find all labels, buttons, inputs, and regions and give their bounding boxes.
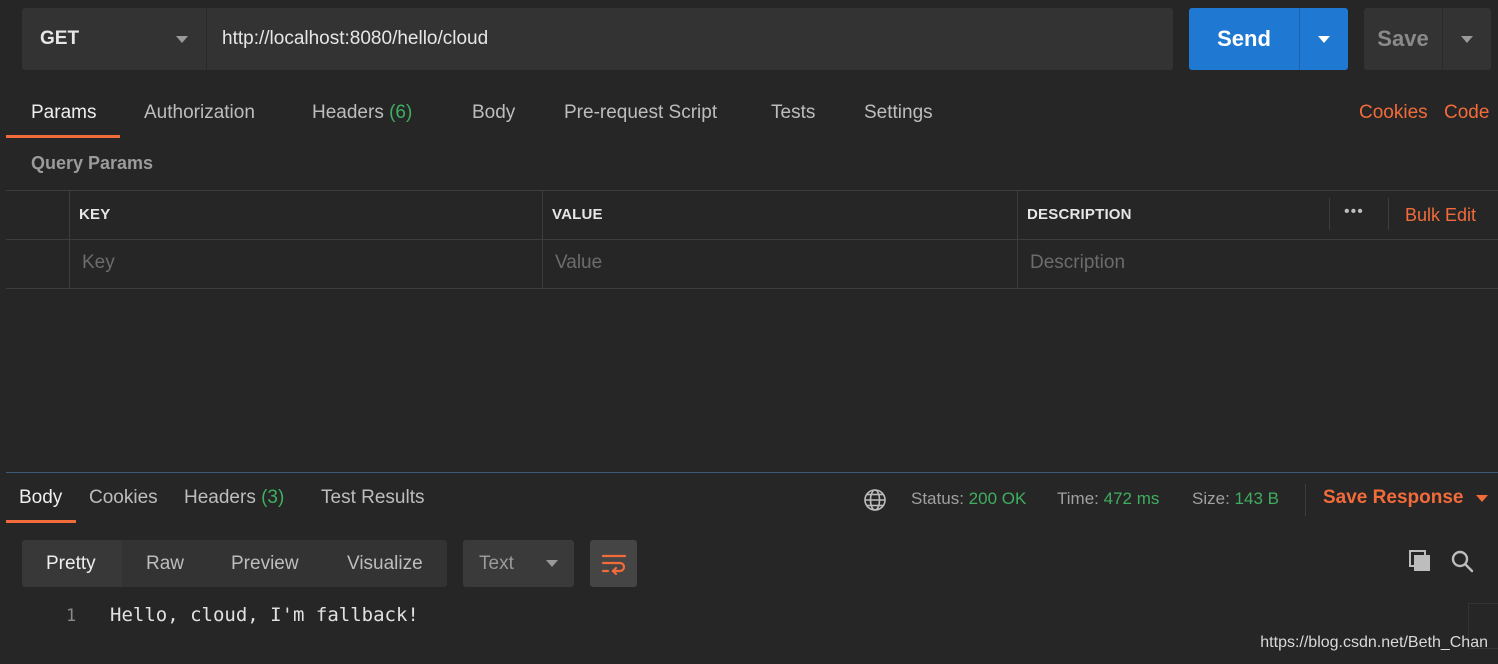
chevron-down-icon <box>546 560 558 567</box>
tab-label: Pre-request Script <box>564 102 718 123</box>
time-value: 472 ms <box>1103 489 1160 508</box>
status-readout: Status: 200 OK <box>911 489 1026 509</box>
column-header-key: KEY <box>79 206 111 223</box>
tab-settings[interactable]: Settings <box>864 100 933 126</box>
column-divider <box>1017 190 1018 289</box>
size-label: Size: <box>1192 489 1230 508</box>
tab-label: Authorization <box>144 102 255 123</box>
query-params-title: Query Params <box>31 153 154 173</box>
save-button[interactable]: Save <box>1364 8 1442 70</box>
key-input[interactable]: Key <box>82 252 115 274</box>
format-raw[interactable]: Raw <box>146 553 184 575</box>
column-header-value: VALUE <box>552 206 603 223</box>
response-tab-body[interactable]: Body <box>19 487 62 509</box>
tab-label: Headers <box>184 487 256 508</box>
save-response-button[interactable]: Save Response <box>1323 487 1489 509</box>
more-options-icon[interactable]: ••• <box>1344 203 1364 221</box>
column-divider <box>69 190 70 289</box>
tab-label: Tests <box>771 102 816 123</box>
send-button[interactable]: Send <box>1189 8 1299 70</box>
time-label: Time: <box>1057 489 1099 508</box>
column-header-description: DESCRIPTION <box>1027 206 1132 223</box>
time-readout: Time: 472 ms <box>1057 489 1159 509</box>
format-visualize[interactable]: Visualize <box>347 553 423 575</box>
response-body-line: Hello, cloud, I'm fallback! <box>110 604 419 626</box>
size-value: 143 B <box>1234 489 1279 508</box>
table-border-top <box>6 190 1498 191</box>
method-label: GET <box>40 28 80 49</box>
save-options-button[interactable] <box>1442 8 1491 70</box>
tab-label: Body <box>472 102 516 123</box>
copy-icon[interactable] <box>1408 549 1432 573</box>
headers-count: (3) <box>261 487 285 508</box>
language-select[interactable]: Text <box>463 540 574 587</box>
bulk-edit-link[interactable]: Bulk Edit <box>1405 205 1476 226</box>
value-input[interactable]: Value <box>555 252 602 274</box>
headers-count: (6) <box>389 102 413 123</box>
tab-tests[interactable]: Tests <box>771 100 815 126</box>
chevron-down-icon <box>176 35 188 43</box>
response-tab-test-results[interactable]: Test Results <box>321 487 424 509</box>
tab-headers[interactable]: Headers (6) <box>312 100 412 126</box>
format-pretty[interactable]: Pretty <box>46 553 96 575</box>
status-label: Status: <box>911 489 964 508</box>
search-icon[interactable] <box>1450 549 1474 573</box>
tab-params[interactable]: Params <box>31 100 96 126</box>
description-input[interactable]: Description <box>1030 252 1125 274</box>
column-divider <box>542 190 543 289</box>
chevron-down-icon <box>1318 35 1330 43</box>
wrap-icon <box>601 554 626 575</box>
language-value: Text <box>479 552 514 574</box>
format-preview[interactable]: Preview <box>231 553 299 575</box>
tab-label: Params <box>31 102 97 123</box>
tab-label: Settings <box>864 102 933 123</box>
divider <box>1305 484 1306 516</box>
tab-authorization[interactable]: Authorization <box>144 100 255 126</box>
url-value: http://localhost:8080/hello/cloud <box>222 28 489 49</box>
cookies-link[interactable]: Cookies <box>1359 100 1428 126</box>
tab-pre-request-script[interactable]: Pre-request Script <box>564 100 717 126</box>
table-header-border <box>6 239 1498 240</box>
status-value: 200 OK <box>968 489 1027 508</box>
globe-icon[interactable] <box>863 488 887 512</box>
send-options-button[interactable] <box>1299 8 1348 70</box>
chevron-down-icon <box>1476 494 1489 502</box>
watermark: https://blog.csdn.net/Beth_Chan <box>1260 634 1488 651</box>
column-divider <box>1388 198 1389 230</box>
tab-label: Headers <box>312 102 384 123</box>
column-divider <box>1329 198 1330 230</box>
response-tab-headers[interactable]: Headers (3) <box>184 487 284 509</box>
size-readout: Size: 143 B <box>1192 489 1279 509</box>
method-select[interactable]: GET <box>22 8 206 70</box>
save-response-label: Save Response <box>1323 487 1464 508</box>
response-tab-cookies[interactable]: Cookies <box>89 487 158 509</box>
code-link[interactable]: Code <box>1444 100 1489 126</box>
url-input[interactable]: http://localhost:8080/hello/cloud <box>206 8 1173 70</box>
chevron-down-icon <box>1461 35 1473 43</box>
active-tab-indicator <box>6 135 120 138</box>
active-tab-indicator <box>6 520 76 523</box>
table-border-bottom <box>6 288 1498 289</box>
wrap-lines-button[interactable] <box>590 540 637 587</box>
tab-body[interactable]: Body <box>472 100 515 126</box>
line-number: 1 <box>66 606 77 626</box>
response-divider <box>6 472 1498 473</box>
